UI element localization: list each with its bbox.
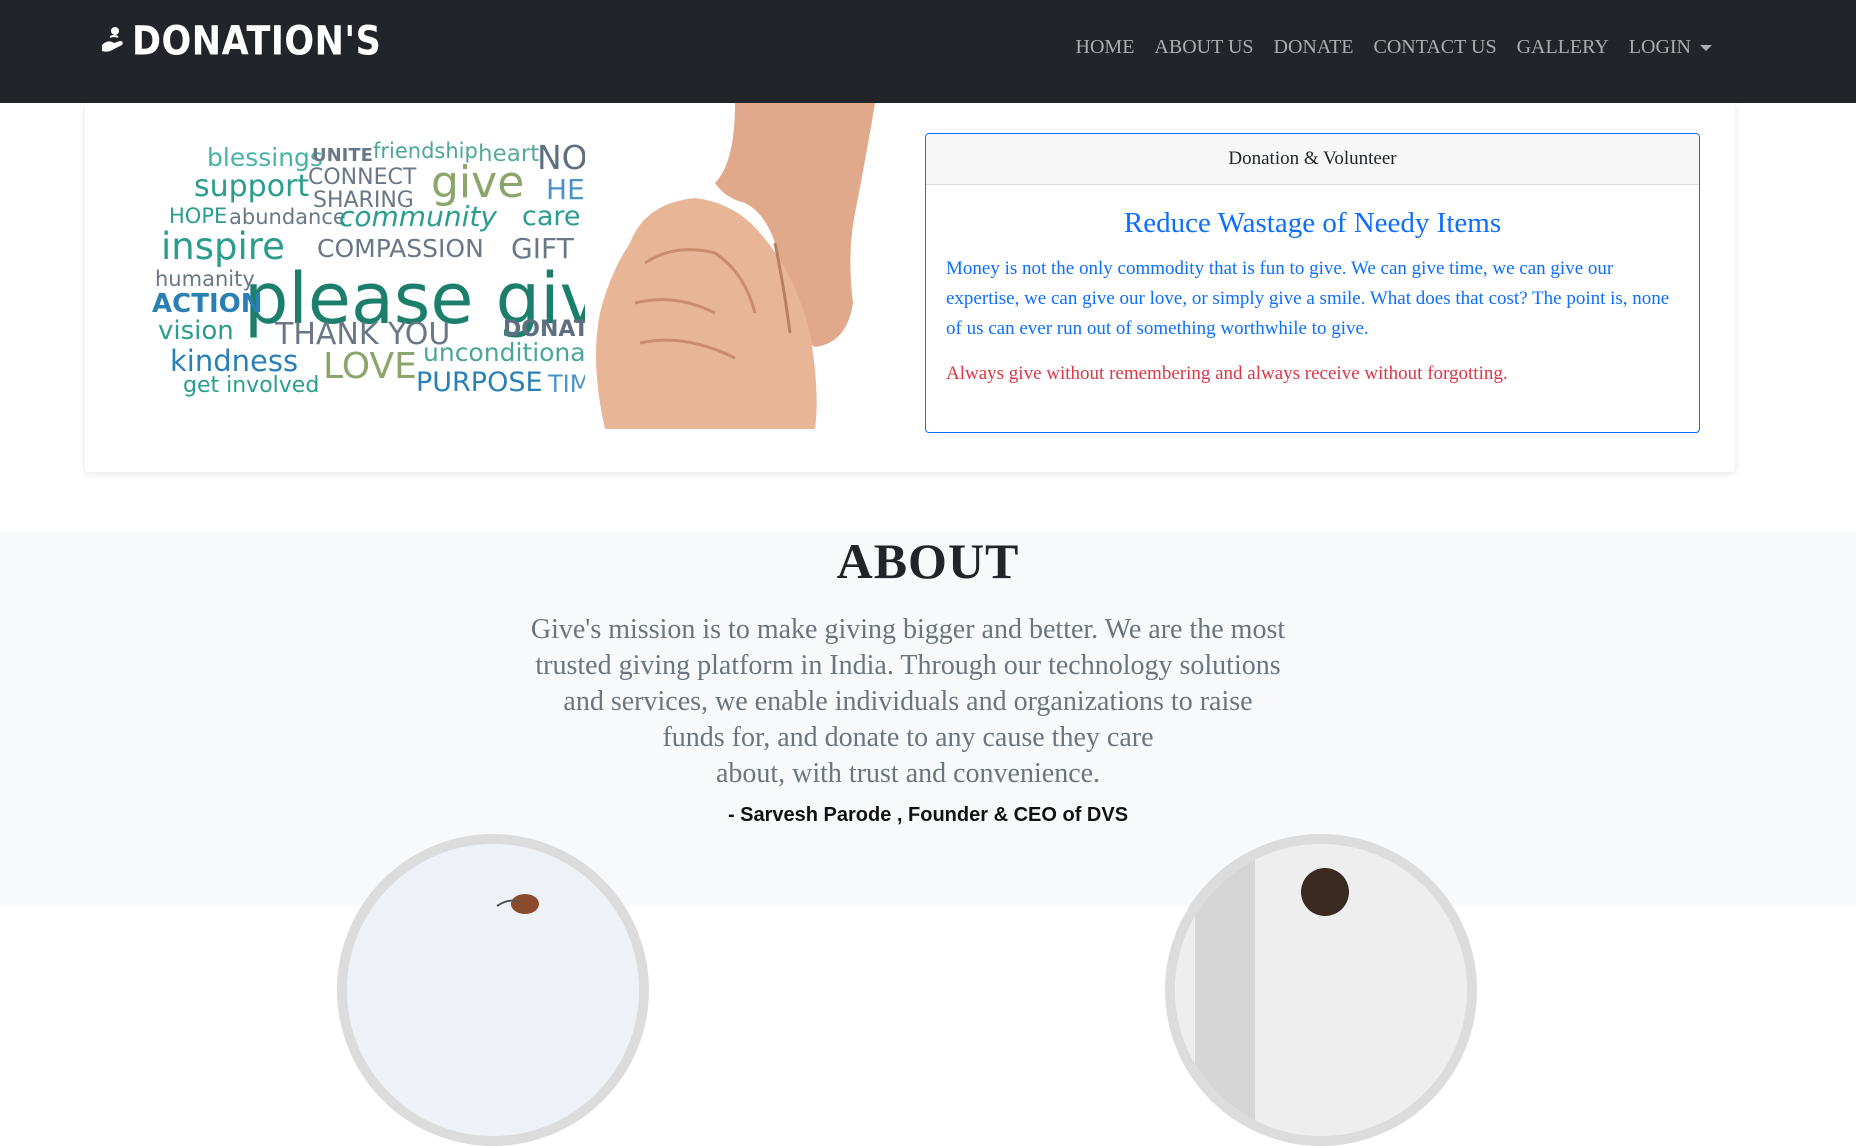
about-line: funds for, and donate to any cause they … <box>662 722 1154 753</box>
about-section: ABOUT Give's mission is to make giving b… <box>0 532 1856 1146</box>
wc-word: vision <box>158 316 234 346</box>
card-quote: Always give without remembering and alwa… <box>946 363 1508 384</box>
team-photo-left <box>337 834 649 1146</box>
nav-donate[interactable]: DONATE <box>1274 36 1354 59</box>
wc-word: UNITE <box>312 145 373 166</box>
word-cloud-image: blessings UNITE friendship heart NOW sup… <box>152 138 641 398</box>
illustration-image <box>347 844 639 1136</box>
about-line: Give's mission is to make giving bigger … <box>530 614 1286 645</box>
founder-credit: - Sarvesh Parode , Founder & CEO of DVS <box>727 804 1129 826</box>
about-title: ABOUT <box>836 533 1020 589</box>
main-nav: HOME ABOUT US DONATE CONTACT US GALLERY … <box>1076 36 1712 59</box>
brand-name: DONATION'S <box>132 19 382 65</box>
about-mission-text: Give's mission is to make giving bigger … <box>488 612 1328 792</box>
nav-login-dropdown[interactable]: LOGIN <box>1629 36 1712 59</box>
hands-image <box>585 103 885 429</box>
caret-down-icon <box>1700 44 1712 51</box>
wc-word: get involved <box>183 373 319 398</box>
wc-word: ACTION <box>152 289 262 319</box>
card-text: Money is not the only commodity that is … <box>946 258 1670 339</box>
nav-home[interactable]: HOME <box>1076 36 1135 59</box>
nav-about-us[interactable]: ABOUT US <box>1154 36 1253 59</box>
donation-volunteer-card: Donation & Volunteer Reduce Wastage of N… <box>925 133 1700 433</box>
hero-image: blessings UNITE friendship heart NOW sup… <box>141 103 885 429</box>
nav-login-label: LOGIN <box>1628 36 1691 58</box>
about-line: and services, we enable individuals and … <box>563 686 1253 717</box>
about-line: trusted giving platform in India. Throug… <box>535 650 1281 681</box>
wc-word: PURPOSE <box>416 367 543 398</box>
navbar: DONATION'S HOME ABOUT US DONATE CONTACT … <box>0 0 1856 103</box>
nav-gallery[interactable]: GALLERY <box>1517 36 1609 59</box>
wc-word: humanity <box>155 267 255 291</box>
wc-word: CONNECT <box>308 165 417 190</box>
person-photo <box>1175 844 1467 1136</box>
nav-contact-us[interactable]: CONTACT US <box>1374 36 1497 59</box>
wc-word: care <box>522 201 581 232</box>
giving-hand-icon <box>102 27 123 52</box>
team-photo-right <box>1165 834 1477 1146</box>
wc-word: unconditional <box>423 338 593 367</box>
wc-word: LOVE <box>323 346 417 387</box>
brand-logo[interactable]: DONATION'S <box>100 19 381 65</box>
wc-word: support <box>194 169 309 204</box>
wc-word: community <box>339 200 497 233</box>
card-header: Donation & Volunteer <box>926 134 1699 185</box>
hero-card: blessings UNITE friendship heart NOW sup… <box>85 103 1735 472</box>
card-title: Reduce Wastage of Needy Items <box>1123 207 1502 239</box>
about-line: about, with trust and convenience. <box>715 758 1101 789</box>
wc-word: blessings <box>207 143 323 172</box>
